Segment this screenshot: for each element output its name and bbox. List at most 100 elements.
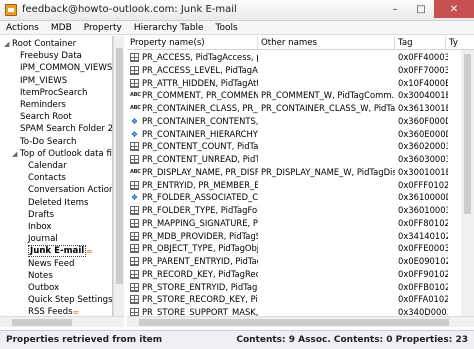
- tree-item[interactable]: IPM_VIEWS: [12, 75, 67, 87]
- table-row[interactable]: ❖PR_CONTAINER_HIERARCHY, P... 0x360E000D: [127, 128, 474, 141]
- cell-other-names: [261, 293, 395, 306]
- menu-mdb[interactable]: MDB: [45, 21, 78, 35]
- grid-scroll-thumb[interactable]: [464, 54, 471, 214]
- table-row[interactable]: PR_ENTRYID, PR_MEMBER_ENT... 0x0FFF0102: [127, 179, 474, 192]
- tree-item[interactable]: ◢ Root Container: [4, 38, 76, 50]
- table-row[interactable]: PR_MAPPING_SIGNATURE, PidT... 0x0FF80102: [127, 217, 474, 230]
- grid-vertical-scrollbar[interactable]: [461, 50, 474, 316]
- tree-horizontal-scrollbar[interactable]: [0, 316, 124, 327]
- cell-other-names: [261, 153, 395, 166]
- binary-property-icon: [130, 218, 139, 228]
- tree-item-label: RSS Feeds: [28, 307, 73, 316]
- tree-vertical-scrollbar[interactable]: [113, 36, 124, 316]
- table-row[interactable]: ABCPR_DISPLAY_NAME, PR_DISPLA...PR_DISPL…: [127, 166, 474, 179]
- tree-item[interactable]: Junk E-mail ≈: [20, 245, 94, 258]
- tree-item[interactable]: To-Do Search: [12, 136, 76, 148]
- column-header-tag[interactable]: Tag: [395, 36, 446, 50]
- binary-property-icon: [130, 231, 139, 241]
- column-header-other-names[interactable]: Other names: [258, 36, 395, 50]
- tree-item[interactable]: SPAM Search Folder 2: [12, 123, 112, 135]
- tree-item-label: News Feed: [28, 258, 75, 269]
- table-row[interactable]: PR_ACCESS_LEVEL, PidTagAcces... 0x0FF7000…: [127, 64, 474, 77]
- tree-item-label: IPM_VIEWS: [20, 75, 68, 86]
- tree-item[interactable]: Outbox: [20, 282, 59, 294]
- tree-item[interactable]: Contacts: [20, 172, 66, 184]
- cell-property-name: PR_CONTENT_COUNT, PidTagCo...: [142, 141, 258, 152]
- cell-property-name: PR_CONTAINER_CLASS, PR_CON...: [142, 103, 258, 113]
- cell-property-name: PR_CONTENT_UNREAD, PidTagC...: [142, 154, 258, 164]
- column-header-type[interactable]: Ty: [446, 36, 474, 50]
- cell-property-name: PR_STORE_ENTRYID, PidTagSto...: [142, 281, 258, 292]
- window-title: feedback@howto-outlook.com: Junk E-mail: [22, 4, 237, 15]
- status-message: Properties retrieved from item: [6, 335, 163, 345]
- menu-property[interactable]: Property: [78, 21, 128, 35]
- close-button[interactable]: ✕: [434, 0, 474, 18]
- column-header-property-names[interactable]: Property name(s): [127, 36, 258, 50]
- table-row[interactable]: PR_CONTENT_COUNT, PidTagCo... 0x36020003: [127, 140, 474, 153]
- tree-item-label: Root Container: [12, 39, 77, 49]
- menu-actions[interactable]: Actions: [0, 21, 45, 35]
- tree-item[interactable]: Drafts: [20, 209, 54, 221]
- cell-tag: 0x3001001E: [398, 166, 448, 177]
- tree-item[interactable]: Conversation Action Settings: [20, 184, 112, 196]
- expand-arrow-icon[interactable]: ◢: [4, 38, 12, 50]
- tree-item-label: Journal: [28, 234, 58, 245]
- tree-item[interactable]: ItemProcSearch: [12, 87, 87, 99]
- table-row[interactable]: PR_ATTR_HIDDEN, PidTagAttri... 0x10F4000B: [127, 77, 474, 90]
- table-row[interactable]: PR_ACCESS, PidTagAccess, pta... 0x0FF4000…: [127, 51, 474, 64]
- cell-property-name: PR_COMMENT, PR_COMMENT...: [142, 90, 258, 101]
- menu-bar: Actions MDB Property Hierarchy Table Too…: [0, 21, 474, 35]
- table-row[interactable]: PR_STORE_RECORD_KEY, PidTa... 0x0FFA0102: [127, 293, 474, 306]
- tree-item[interactable]: Calendar: [20, 160, 67, 172]
- tree-item[interactable]: Notes: [20, 270, 53, 282]
- table-row[interactable]: ❖PR_FOLDER_ASSOCIATED_CON... 0x3610000D: [127, 191, 474, 204]
- tree-item[interactable]: Search Root: [12, 111, 72, 123]
- table-row[interactable]: PR_OBJECT_TYPE, PidTagObjec... 0x0FFE0003: [127, 242, 474, 255]
- maximize-button[interactable]: □: [408, 0, 434, 18]
- cell-tag: 0x0E090102: [398, 256, 448, 266]
- tree-item[interactable]: IPM_COMMON_VIEWS: [12, 62, 112, 74]
- grid-header: Property name(s) Other names Tag Ty: [127, 36, 474, 50]
- cell-property-name: PR_ATTR_HIDDEN, PidTagAttri...: [142, 77, 258, 88]
- table-row[interactable]: PR_PARENT_ENTRYID, PidTagP... 0x0E090102: [127, 255, 474, 268]
- menu-hierarchy-table[interactable]: Hierarchy Table: [128, 21, 210, 35]
- table-row[interactable]: ABCPR_CONTAINER_CLASS, PR_CON...PR_CONTA…: [127, 102, 474, 115]
- tree-hscroll-thumb[interactable]: [12, 319, 72, 326]
- table-row[interactable]: PR_STORE_ENTRYID, PidTagSto... 0x0FFB0102: [127, 281, 474, 294]
- minimize-button[interactable]: –: [382, 0, 408, 18]
- binary-property-icon: [130, 53, 139, 62]
- expand-arrow-icon[interactable]: ◢: [12, 148, 20, 160]
- tree-item[interactable]: ◢ Top of Outlook data file: [12, 148, 112, 160]
- cell-tag: 0x3610000D: [398, 192, 448, 203]
- tree-item[interactable]: Deleted Items: [20, 197, 88, 209]
- table-row[interactable]: PR_RECORD_KEY, PidTagRecord... 0x0FF90102: [127, 268, 474, 281]
- tree-item[interactable]: News Feed: [20, 258, 74, 270]
- cell-other-names: [261, 140, 395, 153]
- tree-item[interactable]: Inbox: [20, 221, 52, 233]
- cell-tag: 0x0FFB0102: [398, 281, 448, 292]
- binary-property-icon: [130, 257, 139, 266]
- grid-hscroll-thumb[interactable]: [139, 319, 449, 326]
- tree-scroll-thumb[interactable]: [116, 48, 123, 284]
- table-row[interactable]: ABCPR_COMMENT, PR_COMMENT...PR_COMMENT_W…: [127, 89, 474, 102]
- tree-item-label: Quick Step Settings: [28, 295, 113, 306]
- folder-tree[interactable]: ◢ Root Container Freebusy Data IPM_COMMON_V…: [0, 36, 113, 316]
- cell-other-names: [261, 230, 395, 243]
- binary-property-icon: [130, 155, 139, 164]
- tree-item[interactable]: Reminders: [12, 99, 66, 111]
- cell-other-names: [261, 255, 395, 268]
- table-row[interactable]: PR_CONTENT_UNREAD, PidTagC... 0x36030003: [127, 153, 474, 166]
- status-counts: Contents: 9 Assoc. Contents: 0 Propertie…: [236, 335, 468, 345]
- table-row[interactable]: ❖PR_CONTAINER_CONTENTS, Pi... 0x360F000D: [127, 115, 474, 128]
- grid-horizontal-scrollbar[interactable]: [127, 316, 474, 327]
- tree-item[interactable]: RSS Feeds ≈: [20, 306, 81, 316]
- menu-tools[interactable]: Tools: [210, 21, 244, 35]
- rss-icon: ≈: [86, 247, 93, 257]
- table-row[interactable]: PR_FOLDER_TYPE, PidTagFolde... 0x36010003: [127, 204, 474, 217]
- tree-item[interactable]: Freebusy Data: [12, 50, 82, 62]
- tree-item[interactable]: Quick Step Settings: [20, 294, 113, 306]
- cell-property-name: PR_ACCESS_LEVEL, PidTagAcces...: [142, 64, 258, 75]
- cell-property-name: PR_OBJECT_TYPE, PidTagObjec...: [142, 243, 258, 254]
- tree-item[interactable]: Journal: [20, 233, 58, 245]
- table-row[interactable]: PR_MDB_PROVIDER, PidTagSto... 0x34140102: [127, 230, 474, 243]
